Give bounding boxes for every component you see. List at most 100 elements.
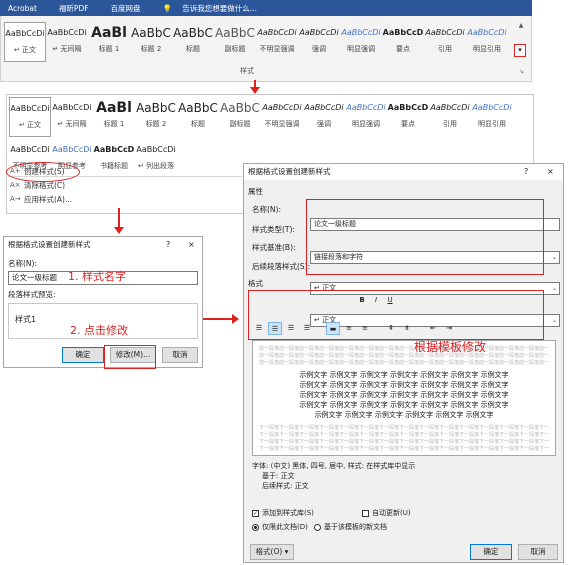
style-sample-text: AaBbCcDi bbox=[262, 103, 302, 112]
style-sample-text: AaBbC bbox=[173, 26, 213, 40]
style-name-label: 标题 1 bbox=[103, 120, 125, 128]
properties-highlight bbox=[306, 199, 544, 275]
style-name-label: 标题 bbox=[186, 45, 200, 53]
checkbox-checked-icon: ✓ bbox=[252, 509, 259, 517]
style-sample-text: AaBbC bbox=[215, 26, 255, 40]
auto-update-checkbox[interactable]: 自动更新(U) bbox=[362, 508, 411, 518]
gallery.row1-style-9[interactable]: AaBbCcD 要点 bbox=[387, 97, 429, 137]
ribbon.styles-style-8[interactable]: AaBbCcDi 明显强调 bbox=[340, 22, 382, 62]
style-sample-text: AaBbCcDi bbox=[47, 28, 87, 37]
add-to-gallery-checkbox[interactable]: ✓ 添加到样式库(S) bbox=[252, 508, 314, 518]
style-name-label: 标题 2 bbox=[140, 45, 162, 53]
big-cancel-button[interactable]: 取消 bbox=[518, 544, 558, 560]
arrow-down-icon bbox=[250, 87, 260, 94]
dialog-launcher-icon[interactable]: ↘ bbox=[519, 68, 524, 75]
style-name-label: 标题 1 bbox=[98, 45, 120, 53]
ribbon.styles-style-11[interactable]: AaBbCcDi 明显引用 bbox=[466, 22, 508, 62]
style-preview: 前一段落前一段落前一段落前一段落前一段落前一段落前一段落前一段落前一段落前一段落… bbox=[252, 340, 556, 456]
format-menu-button[interactable]: 格式(O) ▾ bbox=[250, 544, 294, 560]
small-preview-label: 段落样式预览: bbox=[8, 290, 56, 299]
ribbon.styles-style-7[interactable]: AaBbCcDi 强调 bbox=[298, 22, 340, 62]
gallery.row1-style-6[interactable]: AaBbCcDi 不明显强调 bbox=[261, 97, 303, 137]
ribbon.styles-style-2[interactable]: AaBl 标题 1 bbox=[88, 22, 130, 62]
style-name-label: 引用 bbox=[443, 120, 457, 128]
annotation-step-2: 2. 点击修改 bbox=[70, 324, 128, 337]
help-icon[interactable]: ? bbox=[166, 237, 170, 252]
radio-icon bbox=[314, 523, 321, 531]
style-name-label: 明显强调 bbox=[352, 120, 380, 128]
checkbox-icon bbox=[362, 509, 369, 517]
clear-format-icon: A× bbox=[10, 181, 21, 189]
ribbon.styles-style-0[interactable]: AaBbCcDi ↵ 正文 bbox=[4, 22, 46, 62]
small-cancel-button[interactable]: 取消 bbox=[162, 347, 198, 363]
arrow-right-icon bbox=[232, 314, 239, 324]
only-this-document-label: 仅限此文档(D) bbox=[262, 523, 308, 531]
gallery-expand-button[interactable]: ▾ bbox=[514, 44, 526, 57]
tab-baidu-netdisk[interactable]: 百度网盘 bbox=[111, 3, 141, 14]
radio-selected-icon bbox=[252, 523, 259, 531]
gallery.row1-style-10[interactable]: AaBbCcDi 引用 bbox=[429, 97, 471, 137]
tab-foxit-pdf[interactable]: 福昕PDF bbox=[59, 3, 89, 14]
ribbon.styles-style-10[interactable]: AaBbCcDi 引用 bbox=[424, 22, 466, 62]
ribbon.styles-style-1[interactable]: AaBbCcDi ↵ 无间隔 bbox=[46, 22, 88, 62]
style-name-label: 强调 bbox=[317, 120, 331, 128]
create-style-highlight bbox=[6, 162, 80, 182]
ribbon.styles-style-4[interactable]: AaBbC 标题 bbox=[172, 22, 214, 62]
format-highlight bbox=[248, 290, 544, 340]
style-name-label: ↵ 列出段落 bbox=[137, 162, 175, 170]
format-label: 格式 bbox=[248, 279, 263, 288]
big-dialog-titlebar: 根据格式设置创建新样式 ? × bbox=[244, 164, 563, 180]
style-sample-text: AaBl bbox=[96, 100, 132, 116]
style-sample-text: AaBbCcDi bbox=[472, 103, 512, 112]
gallery.row1-style-8[interactable]: AaBbCcDi 明显强调 bbox=[345, 97, 387, 137]
style-name-label: 副标题 bbox=[224, 45, 246, 53]
style-sample-text: AaBbC bbox=[178, 101, 218, 115]
template-documents-radio[interactable]: 基于该模板的新文档 bbox=[314, 522, 387, 532]
ribbon.styles-style-3[interactable]: AaBbC 标题 2 bbox=[130, 22, 172, 62]
ribbon-tab-bar: Acrobat 福昕PDF 百度网盘 💡 告诉我您想要做什么... bbox=[0, 0, 532, 16]
properties-label: 属性 bbox=[248, 187, 263, 196]
style-name-label: ↵ 无间隔 bbox=[57, 120, 87, 128]
annotation-step-3: 根据模板修改 bbox=[414, 340, 487, 354]
style-name-label: 不明显强调 bbox=[259, 45, 295, 53]
only-this-document-radio[interactable]: 仅限此文档(D) bbox=[252, 522, 308, 532]
gallery.row1-style-11[interactable]: AaBbCcDi 明显引用 bbox=[471, 97, 513, 137]
close-icon[interactable]: × bbox=[188, 237, 195, 252]
gallery.row2-style-3[interactable]: AaBbCcDi ↵ 列出段落 bbox=[135, 139, 177, 179]
gallery.row2-style-2[interactable]: AaBbCcD 书籍标题 bbox=[93, 139, 135, 179]
gallery-row-1: AaBbCcDi ↵ 正文 AaBbCcDi ↵ 无间隔 AaBl 标题 1 AaBbC 标题… bbox=[9, 97, 533, 137]
small-dialog-titlebar: 根据格式设置创建新样式 ? × bbox=[4, 237, 202, 252]
style-sample-text: AaBbCcD bbox=[93, 145, 135, 154]
ribbon.styles-style-9[interactable]: AaBbCcD 要点 bbox=[382, 22, 424, 62]
big-ok-button[interactable]: 确定 bbox=[470, 544, 512, 560]
ribbon.styles-style-5[interactable]: AaBbC 副标题 bbox=[214, 22, 256, 62]
tab-acrobat[interactable]: Acrobat bbox=[8, 4, 37, 13]
big-name-label: 名称(N): bbox=[252, 205, 281, 214]
style-sample-text: AaBbC bbox=[131, 26, 171, 40]
gallery.row1-style-7[interactable]: AaBbCcDi 强调 bbox=[303, 97, 345, 137]
gallery.row1-style-4[interactable]: AaBbC 标题 bbox=[177, 97, 219, 137]
gallery.row1-style-0[interactable]: AaBbCcDi ↵ 正文 bbox=[9, 97, 51, 137]
style-sample-text: AaBbCcDi bbox=[10, 104, 50, 113]
arrow-down-shaft-2 bbox=[118, 208, 120, 228]
annotation-step-1: 1. 样式名字 bbox=[68, 270, 126, 283]
gallery.row1-style-3[interactable]: AaBbC 标题 2 bbox=[135, 97, 177, 137]
gallery.row1-style-1[interactable]: AaBbCcDi ↵ 无间隔 bbox=[51, 97, 93, 137]
scroll-up-icon[interactable]: ▲ bbox=[519, 22, 524, 34]
style-sample-text: AaBbCcDi bbox=[257, 28, 297, 37]
tell-me-search[interactable]: 💡 告诉我您想要做什么... bbox=[163, 3, 271, 14]
big-close-icon[interactable]: × bbox=[547, 164, 554, 179]
gallery.row1-style-2[interactable]: AaBl 标题 1 bbox=[93, 97, 135, 137]
next-style-label: 后续段落样式(S): bbox=[252, 262, 311, 271]
style-name-label: 要点 bbox=[401, 120, 415, 128]
preview-sample-line: 示例文字 示例文字 示例文字 示例文字 示例文字 示例文字 示例文字 bbox=[299, 401, 509, 409]
style-name-label: 引用 bbox=[438, 45, 452, 53]
small-ok-button[interactable]: 确定 bbox=[62, 347, 104, 363]
big-help-icon[interactable]: ? bbox=[524, 164, 528, 179]
menu-apply-style[interactable]: A→ 应用样式(A)... bbox=[10, 192, 72, 206]
preview-next-paragraph: 下一段落下一段落下一段落下一段落下一段落下一段落下一段落下一段落下一段落下一段落… bbox=[259, 432, 549, 438]
gallery.row1-style-5[interactable]: AaBbC 副标题 bbox=[219, 97, 261, 137]
style-sample-text: AaBbCcDi bbox=[430, 103, 470, 112]
ribbon.styles-style-6[interactable]: AaBbCcDi 不明显强调 bbox=[256, 22, 298, 62]
preview-sample-line: 示例文字 示例文字 示例文字 示例文字 示例文字 示例文字 示例文字 bbox=[299, 381, 509, 389]
